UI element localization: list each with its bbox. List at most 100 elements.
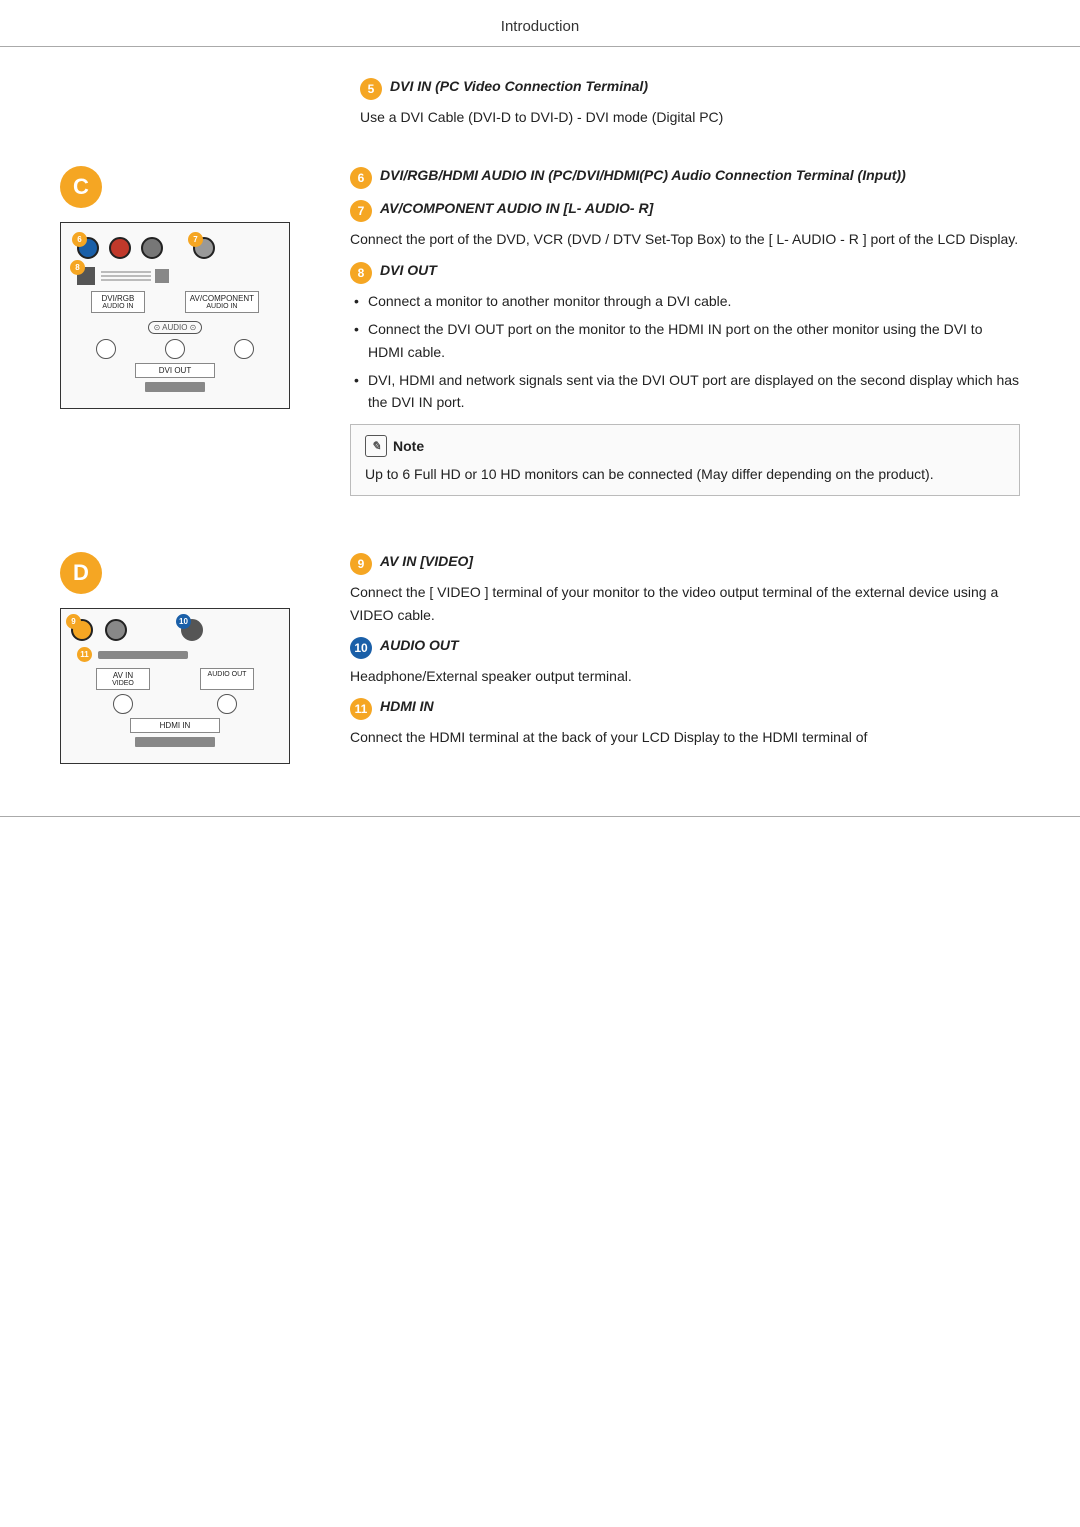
right-panel-d: 9 AV IN [VIDEO] Connect the [ VIDEO ] te… xyxy=(340,542,1020,759)
label-av-component: AV/COMPONENT AUDIO IN xyxy=(185,291,259,313)
port-8-row: 8 xyxy=(77,267,273,285)
badge-9: 9 xyxy=(350,553,372,575)
port-gray-rel xyxy=(141,237,163,259)
item-5-title: DVI IN (PC Video Connection Terminal) xyxy=(390,77,648,97)
port-8-rel: 8 xyxy=(77,267,95,285)
device-c-top-row: 6 7 xyxy=(71,233,279,263)
audio-badge-row: ⊙ AUDIO ⊙ xyxy=(71,317,279,335)
header: Introduction xyxy=(0,0,1080,47)
port-10: 10 xyxy=(181,619,203,641)
port-8-badge: 8 xyxy=(70,260,85,275)
connector-line-3 xyxy=(101,279,151,281)
item-8-bullets: Connect a monitor to another monitor thr… xyxy=(350,290,1020,414)
port-7: 7 xyxy=(193,237,215,259)
dvi-out-port xyxy=(145,382,205,392)
note-body: Up to 6 Full HD or 10 HD monitors can be… xyxy=(365,463,1005,485)
circle-port-2 xyxy=(165,339,185,359)
content: 5 DVI IN (PC Video Connection Terminal) … xyxy=(0,57,1080,834)
port-d-mid xyxy=(105,619,127,641)
port-9-rel: 9 xyxy=(71,619,93,641)
footer-line xyxy=(0,816,1080,834)
header-title: Introduction xyxy=(501,18,579,35)
badge-5: 5 xyxy=(360,78,382,100)
item-9-header: 9 AV IN [VIDEO] xyxy=(350,552,1020,575)
badge-11: 11 xyxy=(350,698,372,720)
left-panel-c: C 6 xyxy=(60,156,340,409)
item-5-body: Use a DVI Cable (DVI-D to DVI-D) - DVI m… xyxy=(360,106,1020,128)
bullet-8-1: Connect a monitor to another monitor thr… xyxy=(350,290,1020,312)
circle-d-port-1 xyxy=(113,694,133,714)
connector-line-1 xyxy=(101,271,151,273)
section-letter-c: C xyxy=(60,166,102,208)
item-6-title: DVI/RGB/HDMI AUDIO IN (PC/DVI/HDMI(PC) A… xyxy=(380,166,906,186)
item-7-title: AV/COMPONENT AUDIO IN [L- AUDIO- R] xyxy=(380,199,653,219)
port-7-rel: 7 xyxy=(173,237,215,259)
circle-d-port-2 xyxy=(217,694,237,714)
left-panel-d: D 9 xyxy=(60,542,340,764)
item-8-header: 8 DVI OUT xyxy=(350,261,1020,284)
port-red xyxy=(109,237,131,259)
section-d: D 9 xyxy=(60,542,1020,764)
dvi-out-label: DVI OUT xyxy=(135,363,215,378)
port-6-badge: 6 xyxy=(72,232,87,247)
port-11-rel: 11 xyxy=(77,647,92,662)
bullet-8-3: DVI, HDMI and network signals sent via t… xyxy=(350,369,1020,414)
intro-section-5: 5 DVI IN (PC Video Connection Terminal) … xyxy=(360,67,1020,138)
port-11-badge: 11 xyxy=(77,647,92,662)
circle-port-3 xyxy=(234,339,254,359)
section-letter-d: D xyxy=(60,552,102,594)
item-7-header: 7 AV/COMPONENT AUDIO IN [L- AUDIO- R] xyxy=(350,199,1020,222)
label-dvi-rgb: DVI/RGB AUDIO IN xyxy=(91,291,145,313)
port-9-badge: 9 xyxy=(66,614,81,629)
badge-6: 6 xyxy=(350,167,372,189)
port-9: 9 xyxy=(71,619,93,641)
right-panel-c: 6 DVI/RGB/HDMI AUDIO IN (PC/DVI/HDMI(PC)… xyxy=(340,156,1020,512)
note-header: ✎ Note xyxy=(365,435,1005,457)
device-d-labels: AV IN VIDEO AUDIO OUT xyxy=(71,668,279,690)
device-c-labels: DVI/RGB AUDIO IN AV/COMPONENT AUDIO IN xyxy=(71,291,279,313)
bullet-8-2: Connect the DVI OUT port on the monitor … xyxy=(350,318,1020,363)
device-c-diagram: 6 7 xyxy=(60,222,290,409)
connector-lines-8 xyxy=(101,271,151,281)
item-7-body: Connect the port of the DVD, VCR (DVD / … xyxy=(350,228,1020,250)
item-9-title: AV IN [VIDEO] xyxy=(380,552,473,572)
label-av-in: AV IN VIDEO xyxy=(96,668,150,690)
item-11-body: Connect the HDMI terminal at the back of… xyxy=(350,726,1020,748)
badge-10: 10 xyxy=(350,637,372,659)
device-c-circles xyxy=(71,339,279,359)
item-9-body: Connect the [ VIDEO ] terminal of your m… xyxy=(350,581,1020,626)
note-label: Note xyxy=(393,438,424,454)
item-11-title: HDMI IN xyxy=(380,697,434,717)
item-10-body: Headphone/External speaker output termin… xyxy=(350,665,1020,687)
item-5-header: 5 DVI IN (PC Video Connection Terminal) xyxy=(360,77,1020,100)
port-10-rel: 10 xyxy=(181,619,203,641)
device-d-circles xyxy=(71,694,279,714)
audio-badge: ⊙ AUDIO ⊙ xyxy=(148,321,203,334)
port-gray xyxy=(141,237,163,259)
port-11-row: 11 xyxy=(77,647,273,662)
item-6-header: 6 DVI/RGB/HDMI AUDIO IN (PC/DVI/HDMI(PC)… xyxy=(350,166,1020,189)
item-11-header: 11 HDMI IN xyxy=(350,697,1020,720)
port-11-connector xyxy=(98,651,188,659)
note-box: ✎ Note Up to 6 Full HD or 10 HD monitors… xyxy=(350,424,1020,496)
page: Introduction 5 DVI IN (PC Video Connecti… xyxy=(0,0,1080,834)
item-8-title: DVI OUT xyxy=(380,261,437,281)
note-icon: ✎ xyxy=(365,435,387,457)
item-10-title: AUDIO OUT xyxy=(380,636,459,656)
port-red-rel xyxy=(109,237,131,259)
connector-line-2 xyxy=(101,275,151,277)
small-port xyxy=(155,269,169,283)
device-d-top: 9 10 xyxy=(71,619,279,641)
hdmi-in-port xyxy=(135,737,215,747)
port-d-mid-rel xyxy=(105,619,127,641)
circle-port-1 xyxy=(96,339,116,359)
item-10-header: 10 AUDIO OUT xyxy=(350,636,1020,659)
port-10-badge: 10 xyxy=(176,614,191,629)
hdmi-in-label: HDMI IN xyxy=(130,718,220,733)
port-6: 6 xyxy=(77,237,99,259)
badge-7: 7 xyxy=(350,200,372,222)
port-6-rel: 6 xyxy=(77,237,99,259)
section-c: C 6 xyxy=(60,156,1020,512)
device-d-diagram: 9 10 xyxy=(60,608,290,764)
badge-8: 8 xyxy=(350,262,372,284)
